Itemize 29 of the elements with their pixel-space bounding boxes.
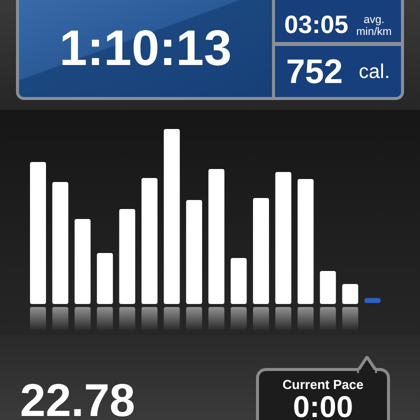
bar-reflection [208, 307, 224, 331]
bar-reflection [30, 307, 46, 331]
bar-reflection [230, 307, 247, 331]
bar-reflection [342, 307, 358, 331]
calories-value: 752 [286, 54, 343, 88]
calories-unit: cal. [358, 60, 390, 84]
bar-reflection [142, 307, 158, 331]
elapsed-time: 1:10:13 [59, 19, 232, 78]
bar [342, 284, 358, 304]
bar-reflection [253, 307, 269, 331]
bar-reflection [275, 307, 292, 331]
bar [230, 258, 247, 304]
current-pace-value: 0:00 [292, 392, 354, 420]
current-pace-label: Current Pace [282, 378, 364, 392]
bar [320, 271, 336, 304]
bar-reflection [119, 307, 136, 331]
bar-reflection [74, 307, 91, 331]
pace-unit: min/km [356, 26, 392, 38]
bar-reflection [298, 307, 314, 331]
distance-value: 22.78 [20, 377, 136, 420]
bar [96, 253, 113, 304]
bar-reflection [186, 307, 202, 331]
bar-reflection [164, 307, 180, 331]
avg-label: avg. [362, 14, 386, 26]
bar-reflection [96, 307, 113, 331]
current-bar [364, 298, 380, 303]
avg-pace-value: 03:05 [284, 13, 348, 38]
bar-reflection [52, 307, 68, 331]
bar-reflection [320, 307, 336, 331]
